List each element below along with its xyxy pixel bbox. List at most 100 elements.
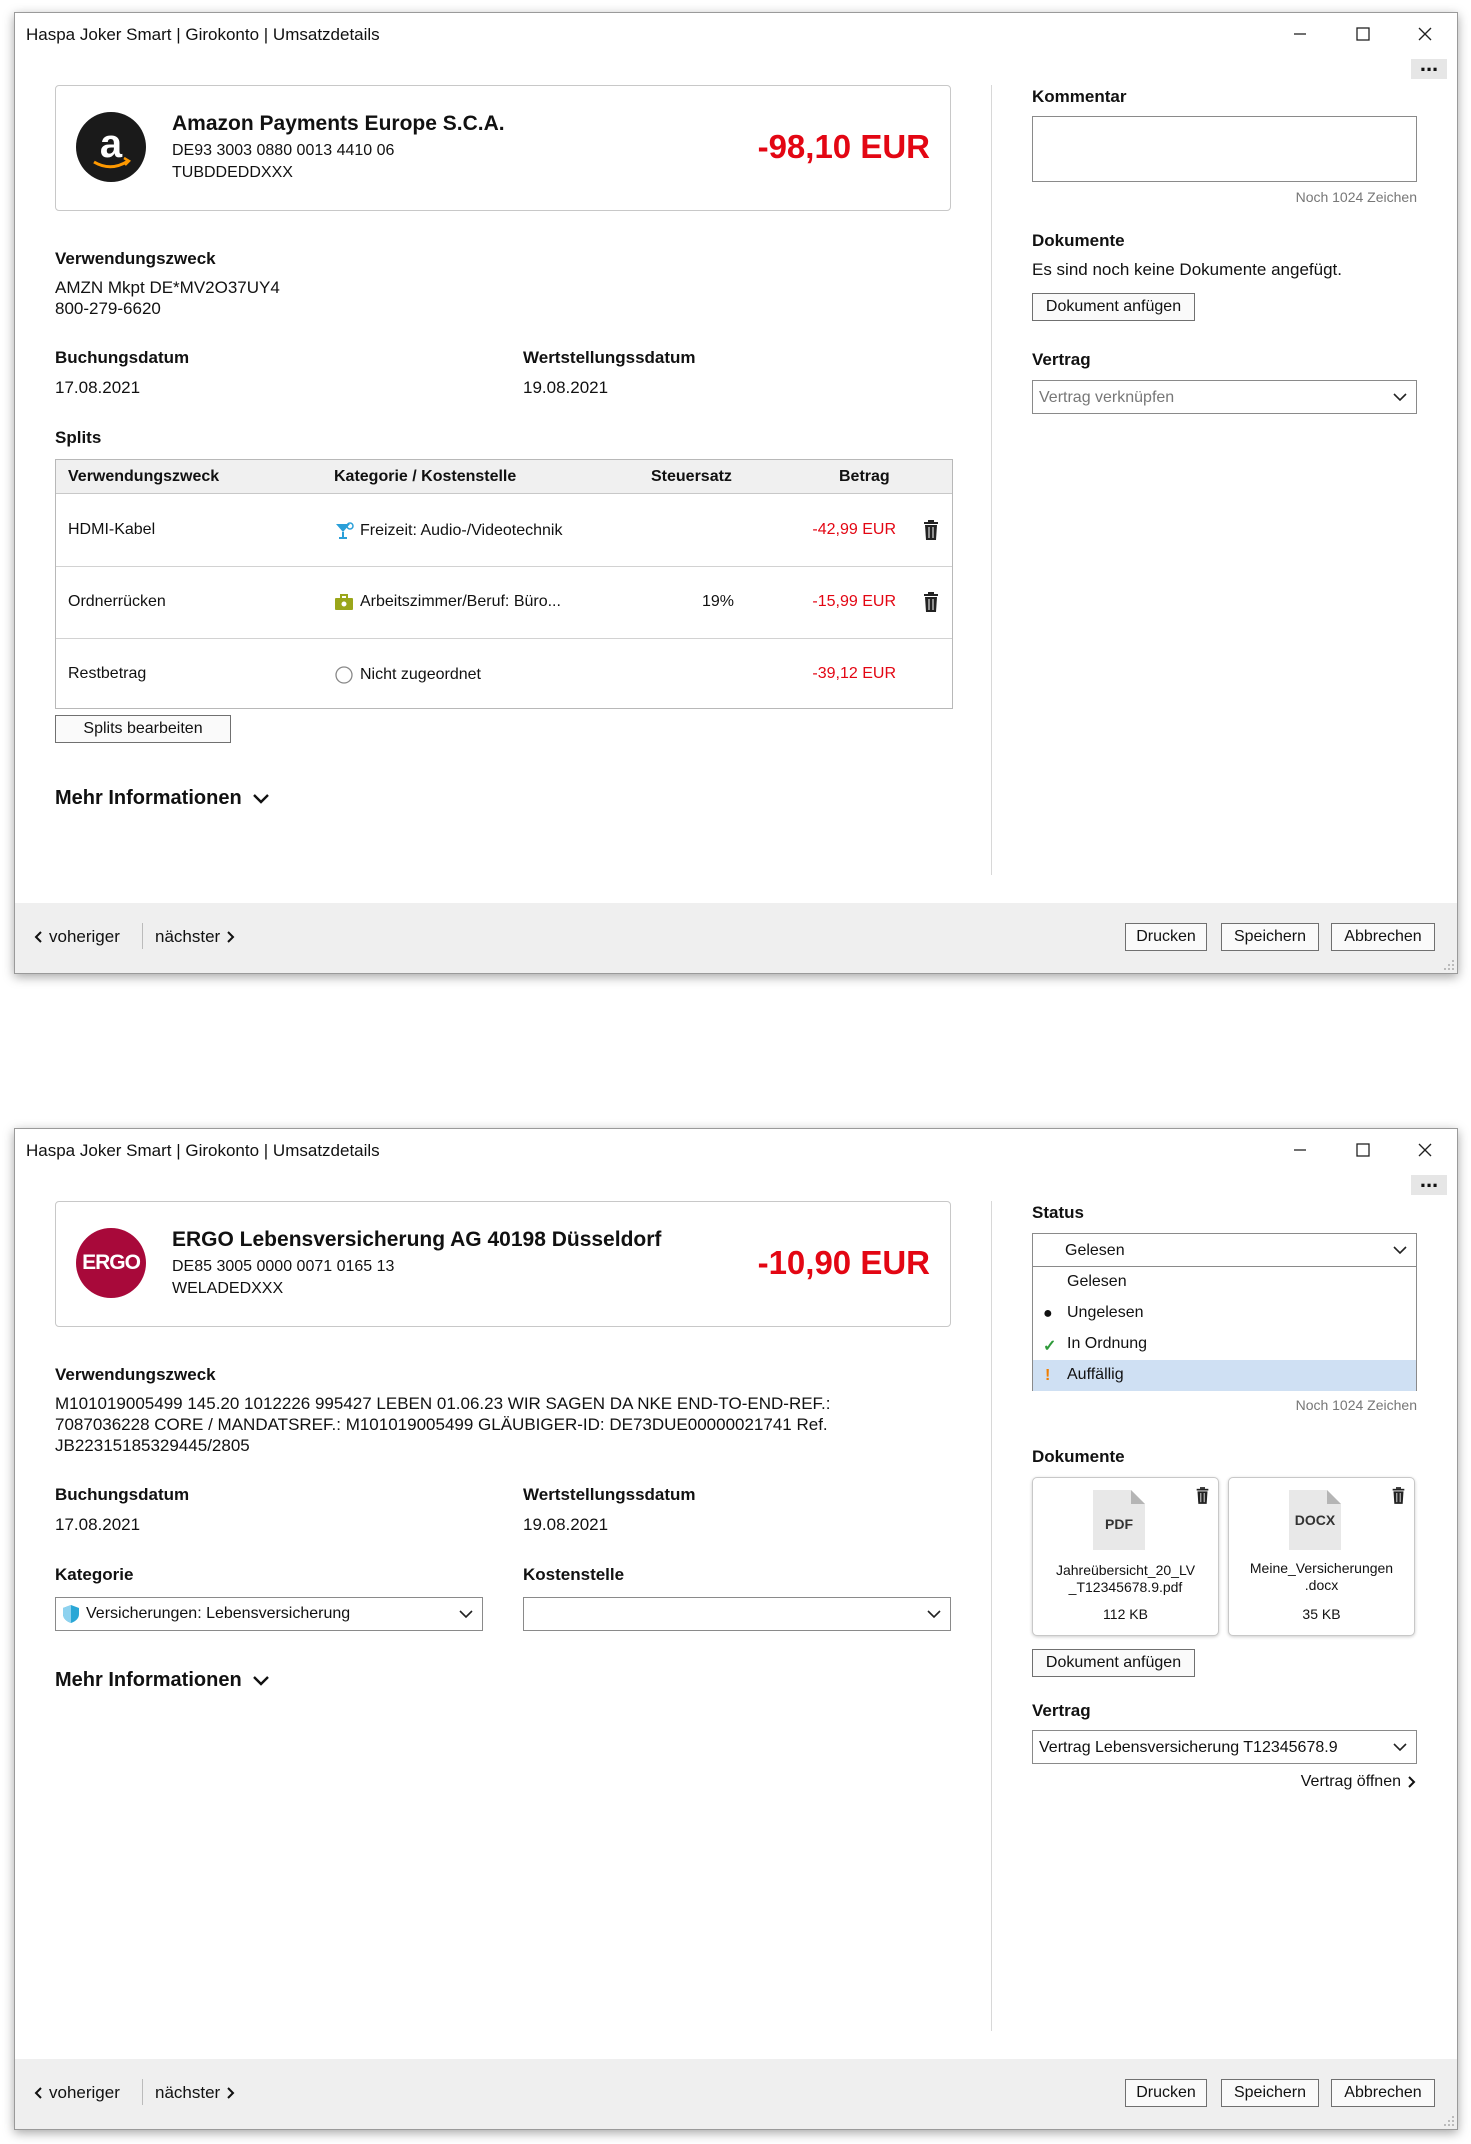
previous-button[interactable]: voheriger [33,2083,120,2103]
minimize-icon[interactable] [1285,21,1315,47]
maximize-icon[interactable] [1348,1137,1378,1163]
comment-textarea[interactable] [1032,116,1417,182]
split-category-label: Freizeit: Audio-/Videotechnik [360,522,563,539]
table-row[interactable]: HDMI-Kabel Freizeit: Audio-/Videotechnik… [56,495,952,567]
status-select[interactable]: Gelesen [1032,1233,1417,1267]
contract-select-value: Vertrag Lebensversicherung T12345678.9 [1039,1739,1338,1756]
briefcase-icon [335,594,353,610]
exclamation-icon: ! [1045,1367,1051,1384]
save-button[interactable]: Speichern [1221,923,1319,951]
file-name-line-2: .docx [1304,1577,1339,1593]
more-info-toggle[interactable]: Mehr Informationen [55,1669,270,1692]
comment-char-hint: Noch 1024 Zeichen [1295,189,1417,205]
close-icon[interactable] [1410,21,1440,47]
cancel-button[interactable]: Abbrechen [1331,2079,1435,2107]
payee-bic: TUBDDEDDXXX [172,164,293,181]
empty-circle-icon [335,666,353,684]
save-button[interactable]: Speichern [1221,2079,1319,2107]
status-option-label: Gelesen [1067,1273,1127,1290]
more-options-icon[interactable]: ... [1411,1169,1447,1195]
document-card[interactable]: PDF Jahreübersicht_20_LV _T12345678.9.pd… [1032,1477,1219,1636]
open-contract-label: Vertrag öffnen [1300,1773,1401,1790]
check-icon: ✓ [1043,1338,1057,1355]
attach-document-button[interactable]: Dokument anfügen [1032,1649,1195,1677]
value-date-value: 19.08.2021 [523,378,609,397]
chevron-down-icon [252,1675,269,1686]
more-options-icon[interactable]: ... [1411,53,1447,79]
column-header-category: Kategorie / Kostenstelle [334,468,517,485]
next-label: nächster [155,927,221,946]
minimize-icon[interactable] [1285,1137,1315,1163]
split-category: Arbeitszimmer/Beruf: Büro... [334,593,561,611]
svg-text:a: a [100,122,123,166]
purpose-label: Verwendungszweck [55,1365,216,1384]
splits-table-header: Verwendungszweck Kategorie / Kostenstell… [56,460,952,494]
payee-iban: DE85 3005 0000 0071 0165 13 [172,1258,395,1275]
category-select-value: Versicherungen: Lebensversicherung [86,1605,351,1622]
purpose-line-1: M101019005499 145.20 1012226 995427 LEBE… [55,1394,831,1413]
file-size: 35 KB [1302,1606,1341,1622]
booking-date-value: 17.08.2021 [55,1515,141,1534]
trash-icon[interactable] [1391,1486,1406,1505]
resize-grip-icon[interactable] [1443,2115,1455,2127]
previous-button[interactable]: voheriger [33,927,120,947]
chevron-down-icon [927,1610,941,1619]
chevron-left-icon [34,931,42,943]
nav-divider [142,2079,143,2105]
ergo-logo-icon: ERGO [76,1228,146,1298]
payee-name: ERGO Lebensversicherung AG 40198 Düsseld… [172,1228,662,1251]
status-option-auffaellig[interactable]: ! Auffällig [1033,1360,1416,1391]
cancel-button[interactable]: Abbrechen [1331,923,1435,951]
chevron-right-icon [1408,1776,1416,1788]
file-size: 112 KB [1103,1606,1148,1622]
category-select[interactable]: Versicherungen: Lebensversicherung [55,1597,483,1631]
more-info-toggle[interactable]: Mehr Informationen [55,787,270,810]
trash-icon[interactable] [1195,1486,1210,1505]
comment-char-hint: Noch 1024 Zeichen [1295,1397,1417,1413]
print-button[interactable]: Drucken [1125,923,1207,951]
cocktail-icon [336,522,354,539]
status-option-label: Auffällig [1067,1366,1124,1383]
payee-name: Amazon Payments Europe S.C.A. [172,112,505,135]
print-button[interactable]: Drucken [1125,2079,1207,2107]
dot-icon: ● [1043,1305,1053,1322]
status-option-ungelesen[interactable]: ● Ungelesen [1033,1298,1416,1329]
title-bar: Haspa Joker Smart | Girokonto | Umsatzde… [15,1129,1457,1171]
more-info-label: Mehr Informationen [55,787,242,809]
resize-grip-icon[interactable] [1443,959,1455,971]
attach-document-button[interactable]: Dokument anfügen [1032,293,1195,321]
next-button[interactable]: nächster [155,927,236,947]
trash-icon[interactable] [922,519,940,541]
purpose-line-2: 7087036228 CORE / MANDATSREF.: M10101900… [55,1415,828,1434]
file-name-line-1: Jahreübersicht_20_LV [1055,1562,1196,1578]
status-option-label: Ungelesen [1067,1304,1144,1321]
booking-date-label: Buchungsdatum [55,348,190,367]
chevron-right-icon [227,931,235,943]
split-amount: -42,99 EUR [812,521,896,538]
split-category: Freizeit: Audio-/Videotechnik [334,521,562,541]
chevron-up-icon [1393,1246,1407,1255]
maximize-icon[interactable] [1348,21,1378,47]
table-row[interactable]: Ordnerrücken Arbeitszimmer/Beruf: Büro..… [56,567,952,639]
file-name: Meine_Versicherungen .docx [1237,1560,1406,1594]
status-select-value: Gelesen [1065,1242,1125,1259]
open-contract-link[interactable]: Vertrag öffnen [1301,1773,1417,1791]
status-option-gelesen[interactable]: Gelesen [1033,1267,1416,1298]
trash-icon[interactable] [922,591,940,613]
table-row[interactable]: Restbetrag Nicht zugeordnet -39,12 EUR [56,639,952,711]
document-card[interactable]: DOCX Meine_Versicherungen .docx 35 KB [1228,1477,1415,1636]
next-button[interactable]: nächster [155,2083,236,2103]
transaction-details-window-amazon: Haspa Joker Smart | Girokonto | Umsatzde… [14,12,1458,974]
edit-splits-button[interactable]: Splits bearbeiten [55,715,231,743]
status-option-in-ordnung[interactable]: ✓ In Ordnung [1033,1329,1416,1360]
column-header-amount: Betrag [839,468,890,485]
splits-label: Splits [55,428,102,447]
category-label: Kategorie [55,1565,134,1584]
close-icon[interactable] [1410,1137,1440,1163]
split-category-label: Arbeitszimmer/Beruf: Büro... [360,593,561,610]
cost-center-select[interactable] [523,1597,951,1631]
chevron-left-icon [34,2087,42,2099]
contract-select[interactable]: Vertrag Lebensversicherung T12345678.9 [1032,1730,1417,1764]
contract-select[interactable]: Vertrag verknüpfen [1032,380,1417,414]
payee-card: ERGO ERGO Lebensversicherung AG 40198 Dü… [55,1201,951,1327]
